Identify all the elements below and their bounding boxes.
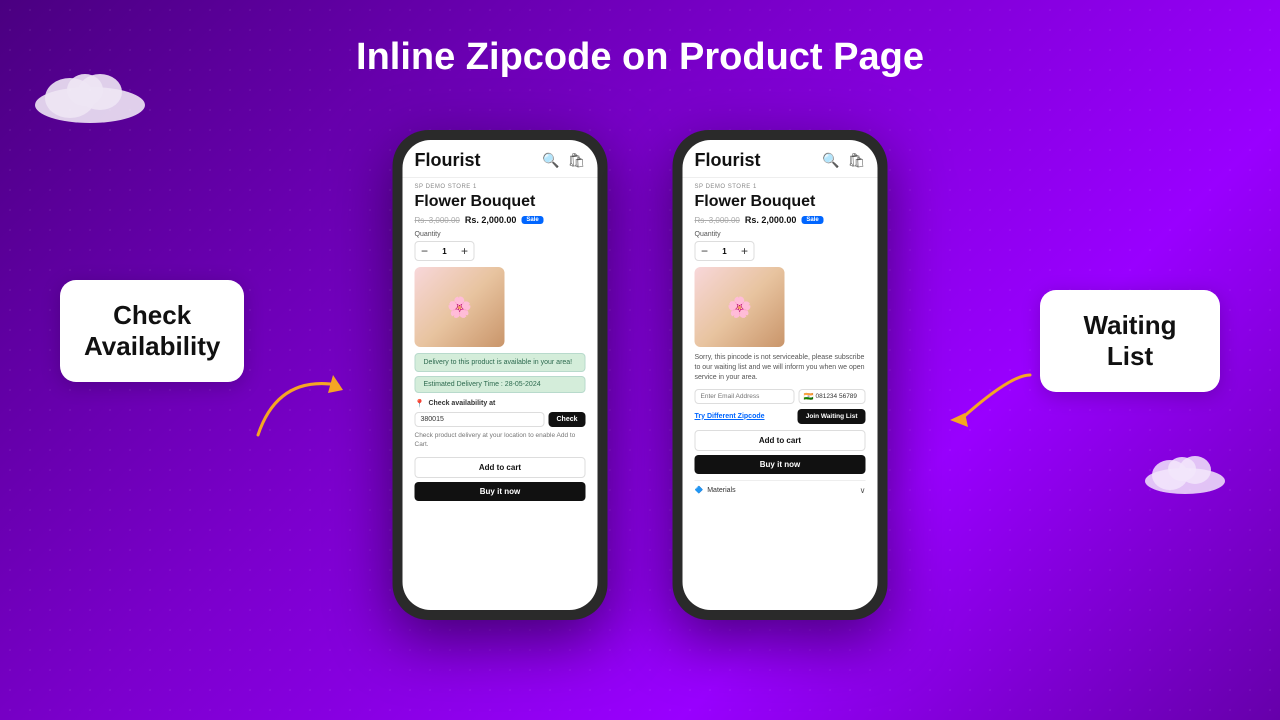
page-title: Inline Zipcode on Product Page (0, 0, 1280, 79)
phone-2-join-waiting-button[interactable]: Join Waiting List (798, 409, 866, 424)
phone-2-price-current: Rs. 2,000.00 (745, 215, 797, 225)
phone-2-materials-label: Materials (707, 487, 735, 494)
phone-1-qty-label: Quantity (415, 231, 586, 238)
phone-1-zipcode-row: Check (415, 412, 586, 427)
phone-2-materials-icon: 🔷 (695, 486, 704, 494)
arrow-right (930, 355, 1040, 460)
search-icon[interactable]: 🔍 (542, 152, 559, 169)
phone-1-product-title: Flower Bouquet (415, 192, 586, 211)
phone-1-delivery-hint: Check product delivery at your location … (415, 432, 586, 449)
phone-1-store-name: Flourist (415, 150, 481, 171)
arrow-left (248, 355, 358, 460)
phone-2-cart-icon[interactable]: 🛍 (848, 152, 866, 169)
phone-1-price-original: Rs. 3,000.00 (415, 216, 460, 225)
phone-1-screen: Flourist 🔍 🛍 SP DEMO STORE 1 Flower Bouq… (403, 140, 598, 610)
phone-1-add-to-cart[interactable]: Add to cart (415, 457, 586, 478)
phone-2-header: Flourist 🔍 🛍 (683, 140, 878, 178)
phone-1-price-row: Rs. 3,000.00 Rs. 2,000.00 Sale (415, 215, 586, 225)
cart-icon[interactable]: 🛍 (568, 152, 586, 169)
callout-waiting-list: WaitingList (1040, 290, 1220, 392)
phone-1-zipcode-input[interactable] (415, 412, 545, 427)
phone-2-materials-chevron[interactable]: ∨ (860, 486, 866, 495)
phone-2-header-icons: 🔍 🛍 (822, 152, 865, 169)
phone-2-price-row: Rs. 3,000.00 Rs. 2,000.00 Sale (695, 215, 866, 225)
phone-2-flag-icon: 🇮🇳 (804, 392, 814, 401)
phone-2-product-image: 🌸 (695, 267, 785, 347)
callout-right-label: WaitingList (1084, 310, 1177, 371)
phone-1-qty-plus[interactable]: + (456, 242, 474, 260)
phone-1-content: SP DEMO STORE 1 Flower Bouquet Rs. 3,000… (403, 178, 598, 610)
phone-1-header-icons: 🔍 🛍 (542, 152, 585, 169)
phone-1-price-current: Rs. 2,000.00 (465, 215, 517, 225)
phone-2-store-name: Flourist (695, 150, 761, 171)
phone-2-buy-now[interactable]: Buy it now (695, 455, 866, 474)
phone-2-action-row: Try Different Zipcode Join Waiting List (695, 409, 866, 424)
phone-2-materials-label-group: 🔷 Materials (695, 486, 736, 494)
phone-1-availability-success: Delivery to this product is available in… (415, 353, 586, 372)
phone-1-qty-minus[interactable]: − (416, 242, 434, 260)
phone-1-sale-badge: Sale (521, 216, 543, 224)
callout-left-label: CheckAvailability (84, 300, 220, 361)
phone-2-content: SP DEMO STORE 1 Flower Bouquet Rs. 3,000… (683, 178, 878, 610)
callout-check-availability: CheckAvailability (60, 280, 244, 382)
phone-1-check-button[interactable]: Check (548, 412, 585, 427)
phone-2-search-icon[interactable]: 🔍 (822, 152, 839, 169)
phone-2-add-to-cart[interactable]: Add to cart (695, 430, 866, 451)
phone-2: Flourist 🔍 🛍 SP DEMO STORE 1 Flower Bouq… (673, 130, 888, 620)
phone-1-pin-icon: 📍 (415, 399, 425, 408)
phone-1-qty-control: − 1 + (415, 241, 475, 261)
phone-1-qty-value: 1 (434, 247, 456, 256)
phone-2-email-phone-row: 🇮🇳 081234 56789 (695, 389, 866, 404)
phone-2-phone-number: 081234 56789 (815, 393, 857, 400)
phone-2-qty-plus[interactable]: + (736, 242, 754, 260)
phone-1: Flourist 🔍 🛍 SP DEMO STORE 1 Flower Bouq… (393, 130, 608, 620)
phone-1-buy-now[interactable]: Buy it now (415, 482, 586, 501)
phone-2-screen: Flourist 🔍 🛍 SP DEMO STORE 1 Flower Bouq… (683, 140, 878, 610)
phone-1-product-image: 🌸 (415, 267, 505, 347)
phone-2-qty-minus[interactable]: − (696, 242, 714, 260)
phone-2-try-different-link[interactable]: Try Different Zipcode (695, 413, 765, 420)
phone-2-qty-value: 1 (714, 247, 736, 256)
phone-2-sorry-text: Sorry, this pincode is not serviceable, … (695, 353, 866, 382)
phone-2-materials-row: 🔷 Materials ∨ (695, 480, 866, 495)
phone-2-price-original: Rs. 3,000.00 (695, 216, 740, 225)
phone-1-header: Flourist 🔍 🛍 (403, 140, 598, 178)
phone-1-delivery-time: Estimated Delivery Time : 28-05-2024 (415, 376, 586, 393)
phone-2-store-label: SP DEMO STORE 1 (695, 184, 866, 190)
phones-container: Flourist 🔍 🛍 SP DEMO STORE 1 Flower Bouq… (393, 130, 888, 620)
phone-2-qty-label: Quantity (695, 231, 866, 238)
phone-2-email-input[interactable] (695, 389, 795, 404)
phone-2-phone-input[interactable]: 🇮🇳 081234 56789 (799, 389, 866, 404)
phone-2-product-title: Flower Bouquet (695, 192, 866, 211)
phone-1-check-label: Check availability at (428, 400, 495, 407)
phone-1-check-row: 📍 Check availability at (415, 399, 586, 408)
cloud-decoration-right (1140, 447, 1230, 500)
phone-2-sale-badge: Sale (801, 216, 823, 224)
phone-2-qty-control: − 1 + (695, 241, 755, 261)
phone-1-store-label: SP DEMO STORE 1 (415, 184, 586, 190)
